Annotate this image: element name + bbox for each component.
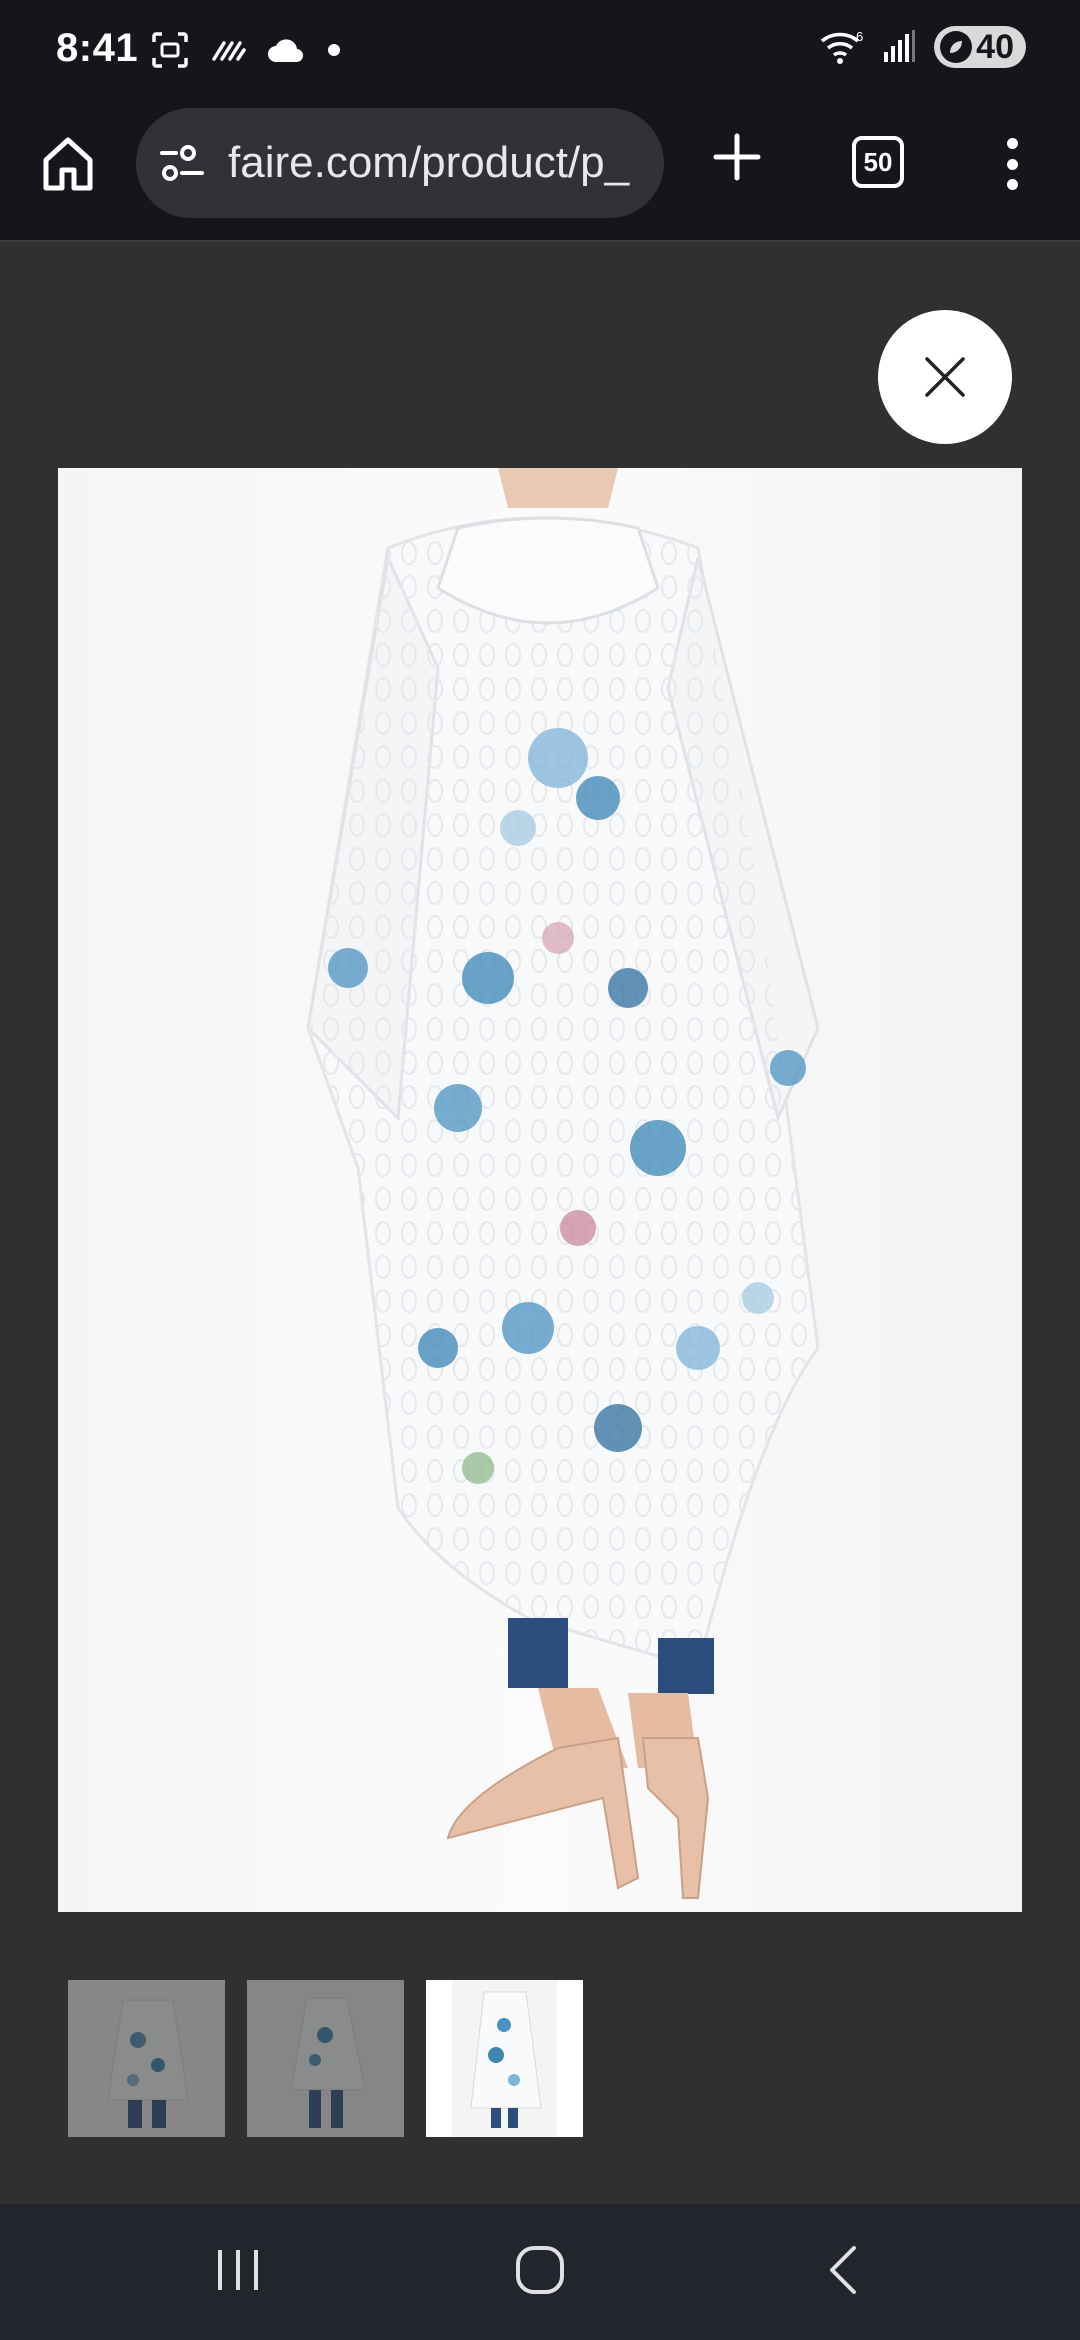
dot-icon <box>328 44 340 56</box>
product-image <box>58 468 1022 1912</box>
home-button-icon[interactable] <box>514 2244 566 2296</box>
thumbnail-strip <box>68 1980 583 2137</box>
back-icon[interactable] <box>824 2244 864 2296</box>
status-time: 8:41 <box>56 26 139 70</box>
site-settings-icon[interactable] <box>160 143 206 183</box>
status-notification-icons <box>150 30 342 70</box>
close-button[interactable] <box>878 310 1012 444</box>
signal-icon <box>884 30 916 62</box>
status-system-icons: 6 40 <box>820 26 1026 68</box>
wifi-badge: 6 <box>856 29 863 44</box>
home-icon[interactable] <box>40 134 96 194</box>
overflow-menu-icon[interactable] <box>1000 138 1024 190</box>
screenshot-icon <box>152 32 188 68</box>
tab-switcher-button[interactable]: 50 <box>852 136 904 188</box>
new-tab-icon[interactable] <box>712 132 762 182</box>
data-transfer-icon <box>212 41 246 61</box>
wifi-icon: 6 <box>821 29 863 64</box>
url-text[interactable]: faire.com/product/p_ <box>228 138 648 188</box>
thumbnail-1[interactable] <box>68 1980 225 2137</box>
thumbnail-3-selected[interactable] <box>426 1980 583 2137</box>
browser-toolbar: faire.com/product/p_ 50 <box>0 100 1080 242</box>
cloud-icon <box>268 39 304 63</box>
kimono-illustration <box>306 468 820 1899</box>
battery-saver-icon <box>940 31 973 63</box>
address-bar[interactable]: faire.com/product/p_ <box>136 108 664 218</box>
system-navigation-bar <box>0 2204 1080 2340</box>
thumbnail-2[interactable] <box>247 1980 404 2137</box>
battery-level: 40 <box>976 27 1014 66</box>
recent-apps-icon[interactable] <box>214 2244 264 2296</box>
battery-indicator: 40 <box>934 26 1026 68</box>
close-icon <box>925 357 965 397</box>
image-viewer <box>0 244 1080 2204</box>
status-bar: 8:41 6 40 <box>0 0 1080 100</box>
